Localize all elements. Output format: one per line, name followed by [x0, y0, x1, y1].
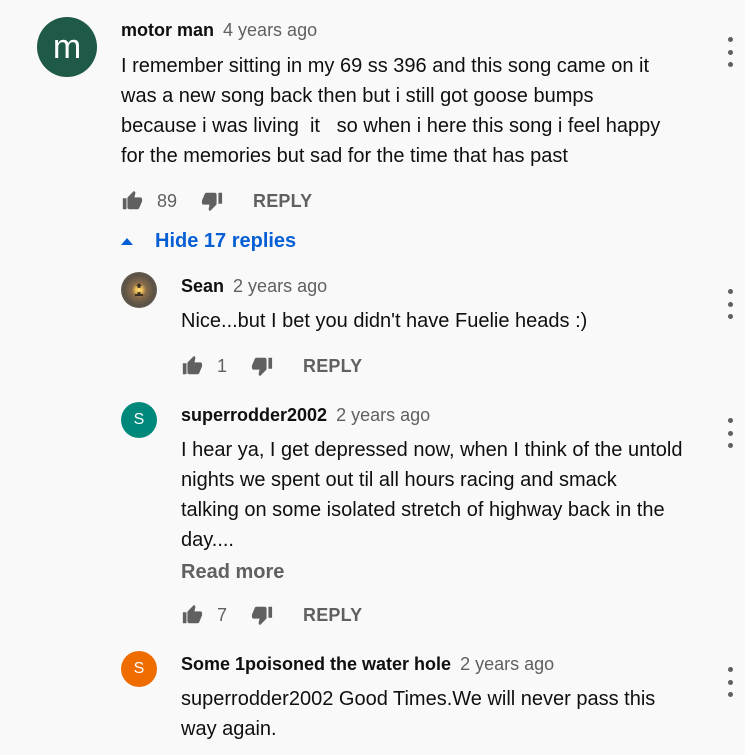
thumbs-down-icon[interactable]: [251, 604, 273, 626]
reply-time[interactable]: 2 years ago: [460, 654, 554, 674]
reply-line: day....: [181, 529, 234, 551]
more-options-icon[interactable]: [725, 289, 735, 319]
reply-header: Some 1poisoned the water hole 2 years ag…: [181, 654, 554, 675]
comment-header: motor man 4 years ago: [121, 20, 317, 41]
reply-author[interactable]: superrodder2002: [181, 405, 327, 425]
more-options-icon[interactable]: [725, 418, 735, 448]
reply-actions: 7 REPLY: [181, 604, 362, 626]
like-count: 7: [217, 604, 228, 625]
reply-line: nights we spent out til all hours racing…: [181, 469, 617, 491]
thumbs-down-icon[interactable]: [251, 355, 273, 377]
reply-body: I hear ya, I get depressed now, when I t…: [181, 435, 682, 555]
reply-actions: 1 REPLY: [181, 355, 362, 377]
comment-line: for the memories but sad for the time th…: [121, 145, 568, 167]
reply-author[interactable]: Sean: [181, 276, 224, 296]
avatar-letter: m: [52, 27, 82, 66]
chevron-up-icon: [121, 238, 133, 245]
comment-author[interactable]: motor man: [121, 20, 214, 40]
thumbs-up-icon[interactable]: [181, 355, 203, 377]
read-more-link[interactable]: Read more: [181, 561, 284, 584]
hide-replies-label: Hide 17 replies: [155, 230, 297, 252]
comment-actions: 89 REPLY: [121, 190, 312, 212]
comment-time[interactable]: 4 years ago: [223, 20, 317, 40]
comment-line: I remember sitting in my 69 ss 396 and t…: [121, 55, 650, 77]
thumbs-down-icon[interactable]: [201, 190, 223, 212]
reply-button[interactable]: REPLY: [303, 605, 362, 626]
reply-button[interactable]: REPLY: [303, 356, 362, 377]
reply-time[interactable]: 2 years ago: [233, 276, 327, 296]
hide-replies-button[interactable]: Hide 17 replies: [121, 230, 296, 253]
more-options-icon[interactable]: [725, 37, 735, 67]
comment-line: because i was living it so when i here t…: [121, 115, 661, 137]
avatar[interactable]: S: [121, 651, 157, 687]
reply-header: superrodder2002 2 years ago: [181, 405, 430, 426]
reply-body: superrodder2002 Good Times.We will never…: [181, 684, 655, 744]
avatar-letter: S: [133, 660, 145, 677]
reply-body: Nice...but I bet you didn't have Fuelie …: [181, 306, 587, 336]
comment-body: I remember sitting in my 69 ss 396 and t…: [121, 51, 660, 171]
reply-time[interactable]: 2 years ago: [336, 405, 430, 425]
avatar[interactable]: S: [121, 402, 157, 438]
thumbs-up-icon[interactable]: [121, 190, 143, 212]
reply-line: Nice...but I bet you didn't have Fuelie …: [181, 310, 588, 332]
avatar-letter: S: [133, 411, 145, 428]
reply-author[interactable]: Some 1poisoned the water hole: [181, 654, 451, 674]
reply-line: talking on some isolated stretch of high…: [181, 499, 665, 521]
like-count: 1: [217, 355, 228, 376]
reply-header: Sean 2 years ago: [181, 276, 327, 297]
avatar[interactable]: m: [37, 17, 97, 77]
avatar[interactable]: [121, 272, 157, 308]
reply-line: way again.: [181, 718, 277, 740]
comment-line: was a new song back then but i still got…: [121, 85, 594, 107]
reply-button[interactable]: REPLY: [253, 191, 312, 212]
avatar-photo-icon: [135, 283, 143, 296]
like-count: 89: [157, 190, 178, 211]
thumbs-up-icon[interactable]: [181, 604, 203, 626]
more-options-icon[interactable]: [725, 667, 735, 697]
reply-line: I hear ya, I get depressed now, when I t…: [181, 439, 683, 461]
reply-line: superrodder2002 Good Times.We will never…: [181, 688, 656, 710]
